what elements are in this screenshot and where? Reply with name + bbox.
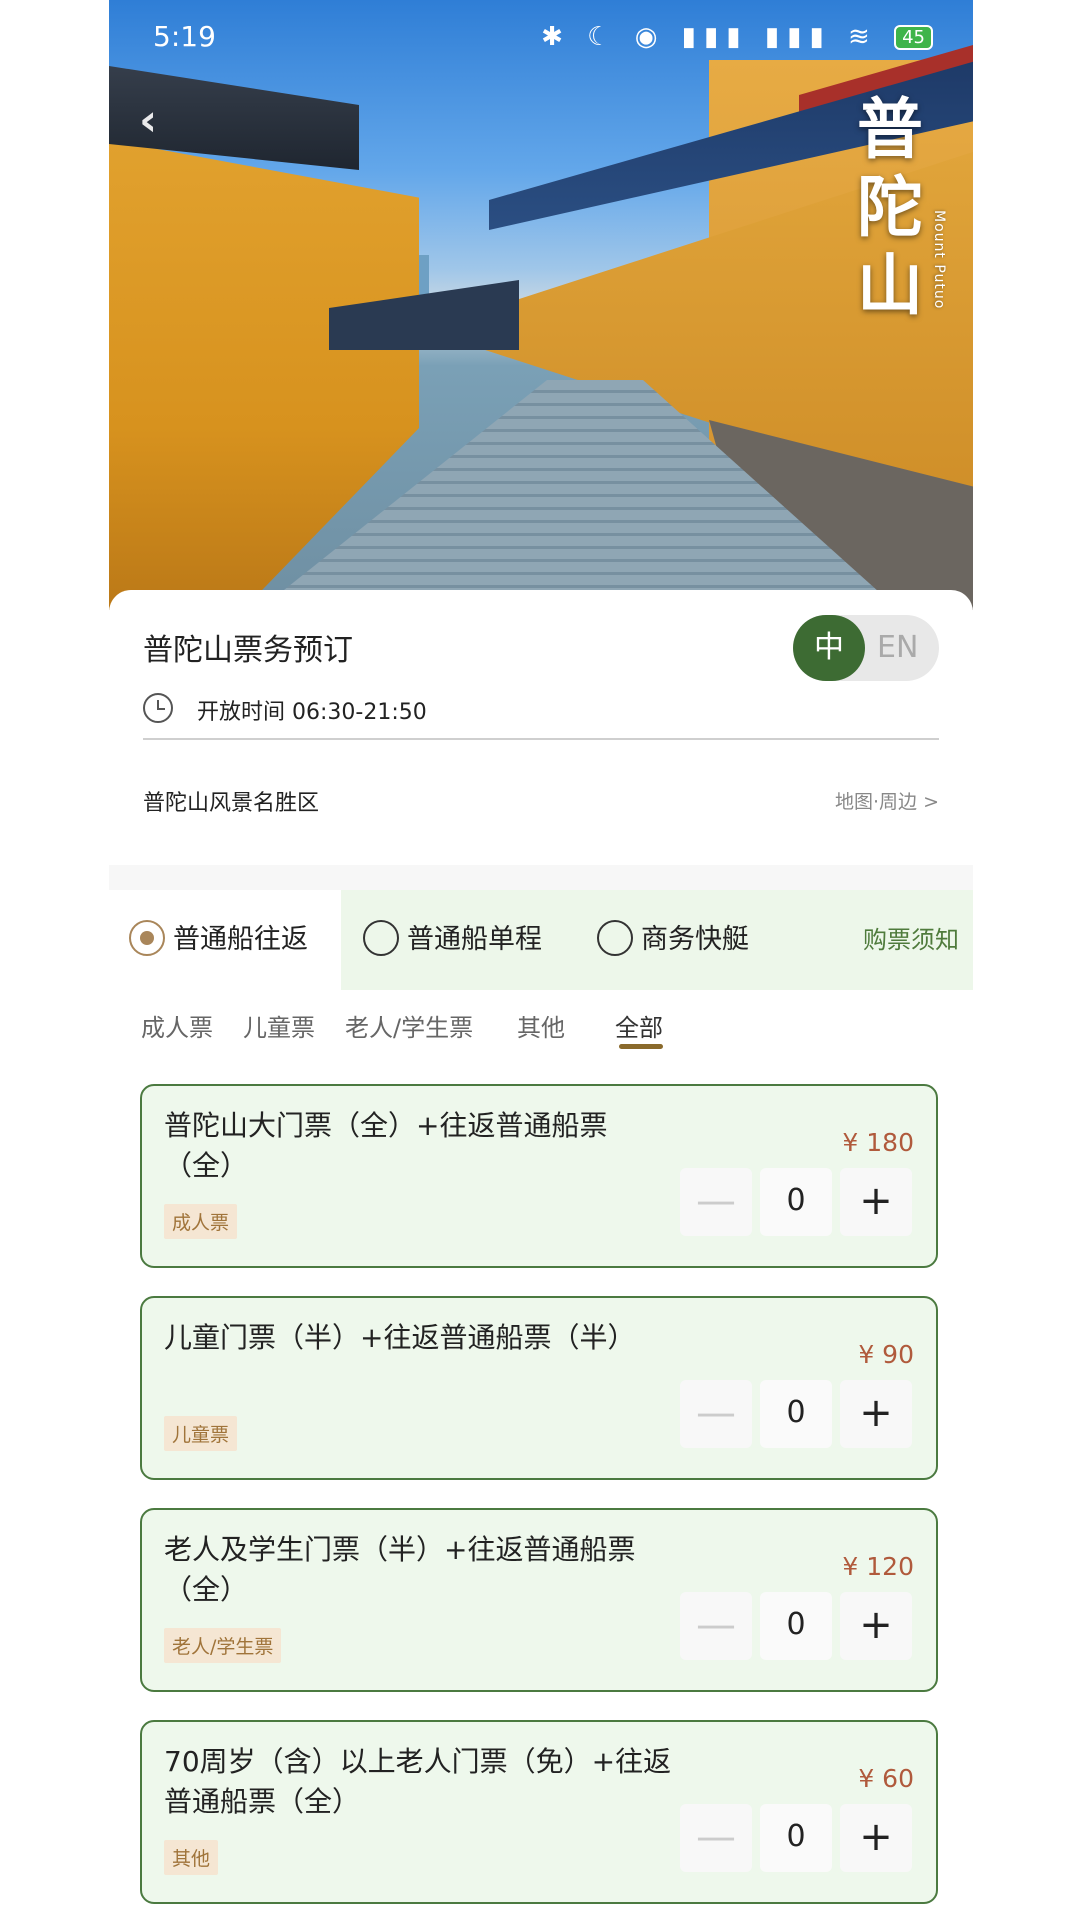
quantity-value[interactable]: 0 <box>760 1168 832 1236</box>
poster-title: 普陀山 <box>857 90 923 324</box>
battery-icon: 45 <box>894 25 933 50</box>
radio-selected-icon[interactable] <box>129 919 165 956</box>
lang-zh-option[interactable]: 中 <box>793 615 865 681</box>
poster-subtitle: Mount Putuo <box>931 210 947 310</box>
tab-one-way[interactable]: 普通船单程 <box>363 890 542 990</box>
ticket-price: ¥ 180 <box>842 1128 914 1157</box>
ticket-list: 普陀山大门票（全）+往返普通船票（全） 成人票 ¥ 180 — 0 + 儿童门票… <box>109 1070 973 1920</box>
lang-en-option[interactable]: EN <box>877 615 918 681</box>
tab-speedboat[interactable]: 商务快艇 <box>597 890 749 990</box>
minus-button[interactable]: — <box>680 1804 752 1872</box>
quantity-stepper: — 0 + <box>680 1592 920 1662</box>
category-child[interactable]: 儿童票 <box>243 1008 315 1043</box>
ticket-card: 70周岁（含）以上老人门票（免）+往返普通船票（全） 其他 ¥ 60 — 0 + <box>140 1720 938 1904</box>
radio-icon[interactable] <box>597 919 633 956</box>
quantity-stepper: — 0 + <box>680 1168 920 1238</box>
ticket-card: 老人及学生门票（半）+往返普通船票（全） 老人/学生票 ¥ 120 — 0 + <box>140 1508 938 1692</box>
ticket-tag: 儿童票 <box>164 1416 238 1451</box>
plus-button[interactable]: + <box>840 1168 912 1236</box>
scenic-area-name: 普陀山风景名胜区 <box>143 791 320 816</box>
route-tabs: 普通船往返 普通船单程 商务快艇 购票须知 <box>109 890 973 990</box>
language-toggle[interactable]: 中 EN <box>793 615 939 681</box>
ticket-price: ¥ 120 <box>842 1552 914 1581</box>
ticket-price: ¥ 60 <box>858 1764 914 1793</box>
ticket-price: ¥ 90 <box>858 1340 914 1369</box>
category-all[interactable]: 全部 <box>615 1008 663 1043</box>
app-frame: 普陀山 Mount Putuo ‹ 5:19 ✱ ☾ ◉ ▮▮▮ ▮▮▮ ≋ 4… <box>109 0 973 1920</box>
signal-icons: ✱ ☾ ◉ ▮▮▮ ▮▮▮ ≋ <box>541 22 878 52</box>
ticket-tag: 老人/学生票 <box>164 1628 282 1663</box>
category-filter: 成人票 儿童票 老人/学生票 其他 全部 <box>109 990 973 1070</box>
purchase-notice-link[interactable]: 购票须知 <box>863 890 959 990</box>
page-title: 普陀山票务预订 <box>143 633 353 668</box>
quantity-value[interactable]: 0 <box>760 1592 832 1660</box>
quantity-stepper: — 0 + <box>680 1804 920 1874</box>
status-time: 5:19 <box>153 20 216 53</box>
ticket-name: 儿童门票（半）+往返普通船票（半） <box>164 1321 636 1354</box>
category-senior-student[interactable]: 老人/学生票 <box>345 1008 473 1043</box>
status-icons: ✱ ☾ ◉ ▮▮▮ ▮▮▮ ≋ 45 <box>541 22 933 52</box>
ticket-card: 普陀山大门票（全）+往返普通船票（全） 成人票 ¥ 180 — 0 + <box>140 1084 938 1268</box>
ticket-card: 儿童门票（半）+往返普通船票（半） 儿童票 ¥ 90 — 0 + <box>140 1296 938 1480</box>
minus-button[interactable]: — <box>680 1168 752 1236</box>
tab-round-trip[interactable]: 普通船往返 <box>129 890 308 990</box>
hero-image: 普陀山 Mount Putuo ‹ 5:19 ✱ ☾ ◉ ▮▮▮ ▮▮▮ ≋ 4… <box>109 0 973 610</box>
minus-button[interactable]: — <box>680 1592 752 1660</box>
quantity-value[interactable]: 0 <box>760 1804 832 1872</box>
ticket-name: 普陀山大门票（全）+往返普通船票（全） <box>164 1109 608 1182</box>
plus-button[interactable]: + <box>840 1804 912 1872</box>
info-card: 普陀山票务预订 中 EN 开放时间 06:30-21:50 普陀山风景名胜区 地… <box>109 590 973 865</box>
minus-button[interactable]: — <box>680 1380 752 1448</box>
divider <box>143 738 939 740</box>
clock-icon <box>143 693 173 723</box>
radio-icon[interactable] <box>363 919 399 956</box>
ticket-tag: 成人票 <box>164 1204 238 1239</box>
open-hours: 开放时间 06:30-21:50 <box>197 700 427 725</box>
map-link[interactable]: 地图·周边 > <box>835 787 939 814</box>
status-bar: 5:19 ✱ ☾ ◉ ▮▮▮ ▮▮▮ ≋ 45 <box>109 0 973 70</box>
quantity-value[interactable]: 0 <box>760 1380 832 1448</box>
plus-button[interactable]: + <box>840 1592 912 1660</box>
ticket-tag: 其他 <box>164 1840 219 1875</box>
ticket-name: 70周岁（含）以上老人门票（免）+往返普通船票（全） <box>164 1745 672 1818</box>
quantity-stepper: — 0 + <box>680 1380 920 1450</box>
chevron-left-icon[interactable]: ‹ <box>139 95 157 146</box>
ticket-name: 老人及学生门票（半）+往返普通船票（全） <box>164 1533 636 1606</box>
plus-button[interactable]: + <box>840 1380 912 1448</box>
category-adult[interactable]: 成人票 <box>141 1008 213 1043</box>
category-other[interactable]: 其他 <box>517 1008 565 1043</box>
active-category-indicator <box>619 1044 663 1049</box>
